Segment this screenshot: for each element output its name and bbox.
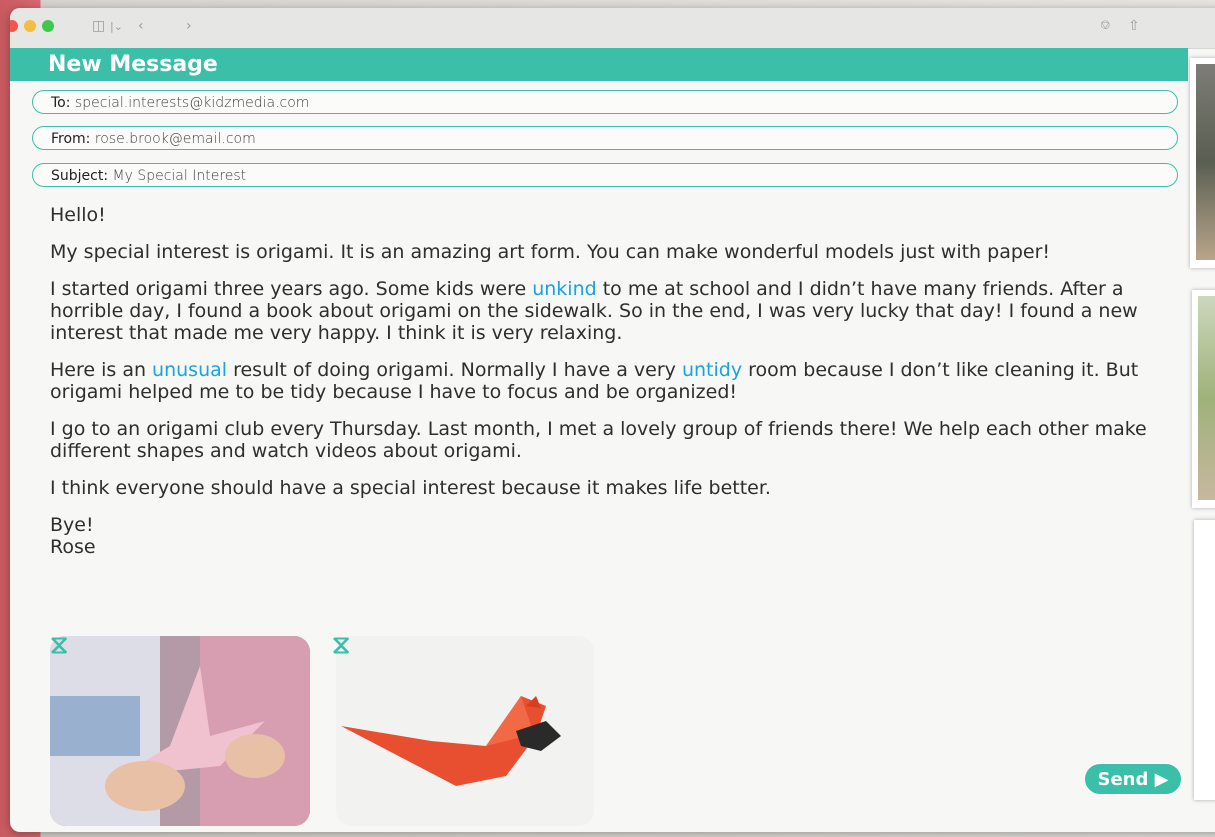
side-photo-1 bbox=[1190, 58, 1215, 268]
close-window-button[interactable] bbox=[10, 20, 18, 32]
subject-value: My Special Interest bbox=[112, 168, 247, 184]
page-title: New Message bbox=[48, 52, 218, 77]
download-icon[interactable]: ⎊ bbox=[1100, 18, 1110, 33]
text-run: I started origami three years ago. Some … bbox=[50, 278, 533, 300]
text-run: Here is an bbox=[50, 359, 153, 381]
share-icon[interactable]: ⇧ bbox=[1128, 18, 1140, 34]
message-body[interactable]: Hello! My special interest is origami. I… bbox=[50, 204, 1190, 558]
send-button[interactable]: Send ▶ bbox=[1084, 763, 1182, 795]
paragraph-2: I started origami three years ago. Some … bbox=[50, 278, 1190, 344]
from-label: From: bbox=[51, 131, 91, 147]
crane-photo bbox=[50, 636, 310, 826]
attachment-image-bird[interactable] bbox=[336, 636, 594, 826]
from-field[interactable]: From: rose.brook@email.com bbox=[32, 126, 1178, 150]
subject-label: Subject: bbox=[51, 168, 109, 184]
bird-photo bbox=[336, 636, 594, 826]
signoff: Bye! bbox=[50, 514, 94, 536]
highlight-word: unkind bbox=[532, 278, 597, 300]
to-label: To: bbox=[51, 95, 71, 111]
from-value: rose.brook@email.com bbox=[94, 131, 256, 147]
highlight-word: untidy bbox=[681, 359, 743, 381]
subject-field[interactable]: Subject: My Special Interest bbox=[32, 163, 1178, 187]
signature: Rose bbox=[50, 536, 96, 558]
paragraph-5: I think everyone should have a special i… bbox=[50, 477, 771, 499]
maximize-window-button[interactable] bbox=[42, 20, 54, 32]
chevron-down-icon[interactable]: |⌄ bbox=[110, 20, 123, 33]
to-value: special.interests@kidzmedia.com bbox=[74, 95, 310, 111]
to-field[interactable]: To: special.interests@kidzmedia.com bbox=[32, 90, 1178, 114]
title-bar: ◫ |⌄ ‹ › ⎊ ⇧ bbox=[10, 8, 1215, 49]
chevron-left-icon[interactable]: ‹ bbox=[138, 18, 144, 34]
paragraph-1: My special interest is origami. It is an… bbox=[50, 241, 1051, 263]
side-photo-3 bbox=[1194, 520, 1215, 800]
paperclip-icon: ⧖ bbox=[50, 630, 69, 660]
chevron-right-icon[interactable]: › bbox=[186, 18, 192, 34]
sidebar-icon[interactable]: ◫ bbox=[92, 18, 105, 34]
paperclip-icon: ⧖ bbox=[332, 630, 351, 660]
text-run: result of doing origami. Normally I have… bbox=[227, 359, 682, 381]
attachment-image-crane[interactable] bbox=[50, 636, 310, 826]
highlight-word: unusual bbox=[152, 359, 228, 381]
paragraph-3: Here is an unusual result of doing origa… bbox=[50, 359, 1190, 403]
browser-window: ◫ |⌄ ‹ › ⎊ ⇧ New Message To: special.int… bbox=[10, 8, 1215, 832]
side-photo-2 bbox=[1192, 290, 1215, 508]
greeting: Hello! bbox=[50, 204, 106, 226]
message-header: New Message bbox=[10, 48, 1188, 81]
minimize-window-button[interactable] bbox=[24, 20, 36, 32]
paragraph-4: I go to an origami club every Thursday. … bbox=[50, 418, 1147, 462]
